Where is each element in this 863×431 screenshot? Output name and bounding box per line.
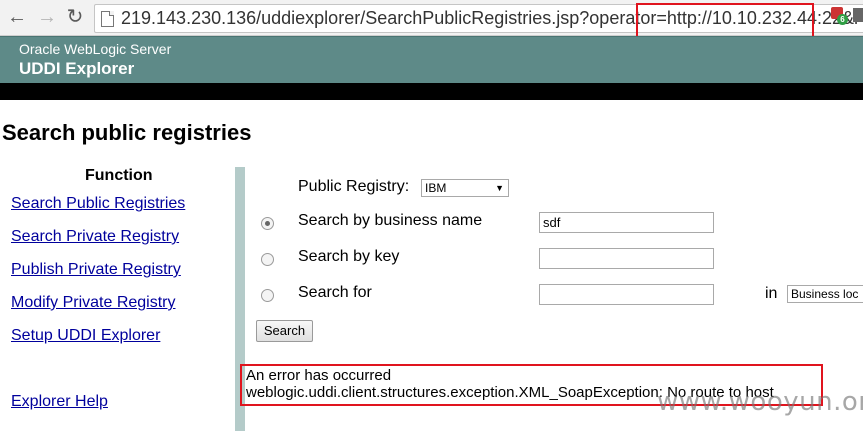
search-button[interactable]: Search bbox=[256, 320, 313, 342]
page-title: Search public registries bbox=[2, 120, 252, 145]
search-for-label: Search for bbox=[298, 284, 372, 301]
link-setup-uddi-explorer[interactable]: Setup UDDI Explorer bbox=[11, 327, 160, 345]
public-registry-value: IBM bbox=[425, 181, 447, 195]
url-operator-value: http://10.10.232.44:22 bbox=[666, 8, 843, 28]
url-prefix: 219.143.230.136/uddiexplorer/SearchPubli… bbox=[121, 8, 667, 28]
watermark: www.wooyun.org bbox=[657, 387, 863, 417]
reload-icon[interactable]: ↻ bbox=[64, 6, 86, 28]
search-for-input[interactable] bbox=[539, 284, 714, 305]
public-registry-label: Public Registry: bbox=[298, 178, 410, 195]
address-bar[interactable]: 219.143.230.136/uddiexplorer/SearchPubli… bbox=[94, 4, 863, 33]
public-registry-select[interactable]: IBM ▼ bbox=[421, 179, 509, 197]
link-explorer-help[interactable]: Explorer Help bbox=[11, 393, 108, 411]
search-location-select[interactable]: Business loc bbox=[787, 285, 863, 303]
function-heading: Function bbox=[85, 167, 153, 184]
app-title: UDDI Explorer bbox=[19, 59, 135, 78]
browser-toolbar: ← → ↻ 219.143.230.136/uddiexplorer/Searc… bbox=[0, 0, 863, 36]
key-label: Search by key bbox=[298, 248, 400, 265]
header-divider-bar bbox=[0, 83, 863, 100]
business-name-input[interactable]: sdf bbox=[539, 212, 714, 233]
dropdown-arrow-icon: ▼ bbox=[495, 183, 504, 193]
forward-arrow-icon[interactable]: → bbox=[36, 6, 58, 28]
radio-key[interactable] bbox=[261, 253, 274, 266]
link-publish-private-registry[interactable]: Publish Private Registry bbox=[11, 261, 181, 279]
product-name: Oracle WebLogic Server bbox=[19, 41, 172, 57]
radio-business-name[interactable] bbox=[261, 217, 274, 230]
extension-badge: 6 bbox=[837, 14, 848, 25]
extension-icon-2[interactable] bbox=[853, 8, 863, 22]
column-divider bbox=[235, 167, 245, 431]
error-title: An error has occurred bbox=[246, 367, 392, 384]
key-input[interactable] bbox=[539, 248, 714, 269]
business-name-label: Search by business name bbox=[298, 212, 483, 229]
link-modify-private-registry[interactable]: Modify Private Registry bbox=[11, 294, 176, 312]
radio-search-for[interactable] bbox=[261, 289, 274, 302]
back-arrow-icon[interactable]: ← bbox=[6, 6, 28, 28]
url-text[interactable]: 219.143.230.136/uddiexplorer/SearchPubli… bbox=[121, 8, 860, 28]
link-search-private-registry[interactable]: Search Private Registry bbox=[11, 228, 179, 246]
weblogic-banner: Oracle WebLogic Server UDDI Explorer bbox=[0, 36, 863, 83]
page-icon bbox=[101, 11, 114, 27]
search-location-value: Business loc bbox=[791, 287, 859, 301]
in-label: in bbox=[765, 285, 778, 302]
link-search-public-registries[interactable]: Search Public Registries bbox=[11, 195, 185, 213]
